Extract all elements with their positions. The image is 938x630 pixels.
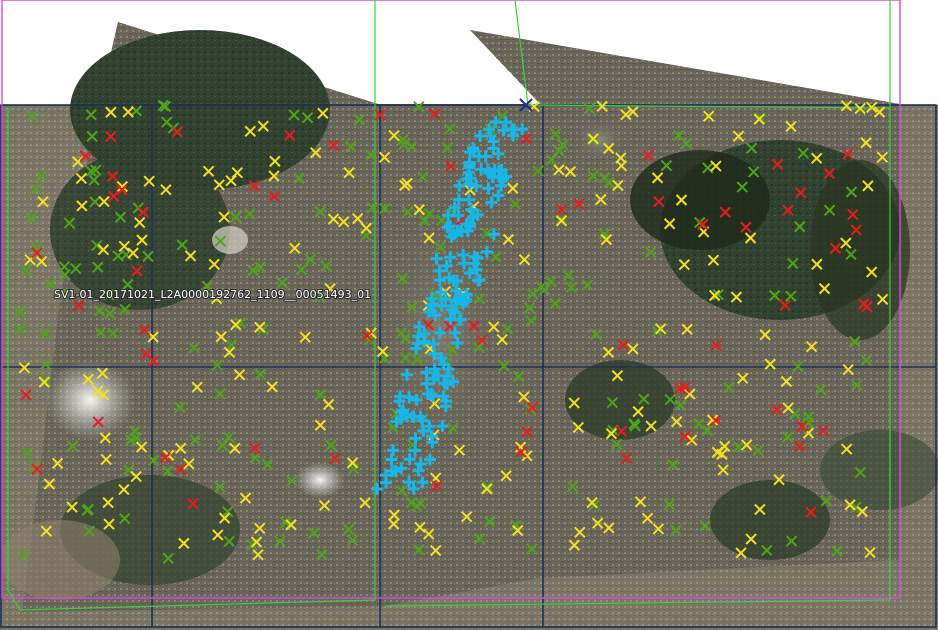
scene-label: SV1-01_20171021_L2A0000192762_1109__0005… <box>54 288 371 301</box>
map-canvas[interactable]: SV1-01_20171021_L2A0000192762_1109__0005… <box>0 0 938 630</box>
